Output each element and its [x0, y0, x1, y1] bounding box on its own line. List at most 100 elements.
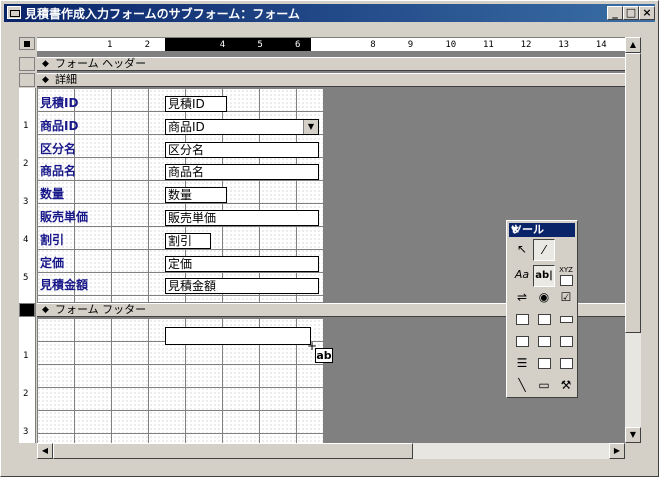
- field-label[interactable]: 見積ID: [40, 95, 78, 111]
- more-controls-tool[interactable]: ⚒: [555, 375, 577, 397]
- field-label[interactable]: 商品ID: [40, 118, 78, 134]
- section-footer-label: フォーム フッター: [55, 303, 147, 316]
- field-control[interactable]: 区分名: [165, 141, 319, 158]
- horizontal-scroll-thumb[interactable]: [53, 443, 413, 459]
- detail-selector[interactable]: [19, 73, 35, 87]
- field-label[interactable]: 区分名: [40, 141, 76, 157]
- select-objects-tool[interactable]: ↖: [511, 239, 533, 261]
- ruler-tick-label: 13: [558, 40, 570, 50]
- ruler-tick-label: 14: [595, 40, 607, 50]
- field-label[interactable]: 見積金額: [40, 277, 88, 293]
- line-icon: ╲: [518, 378, 526, 392]
- textbox-tool[interactable]: ab|: [533, 265, 555, 287]
- ruler-tick-label: 2: [144, 40, 151, 50]
- option-group-tool[interactable]: XYZ: [555, 265, 577, 287]
- page-break-tool[interactable]: ☰: [511, 353, 533, 375]
- field-label[interactable]: 割引: [40, 232, 64, 248]
- vertical-ruler[interactable]: 1 2 3 4 5 1 2 3: [19, 88, 36, 443]
- combo-dropdown-icon[interactable]: ▼: [303, 119, 318, 134]
- field-label[interactable]: 商品名: [40, 163, 76, 179]
- toolbox-palette[interactable]: ツール ▼ × ↖ ⁄ Aa ab| XYZ ⇌ ◉ ☑ ☰ ╲ ▭ ⚒: [506, 220, 578, 398]
- ruler-tick-label: 1: [23, 121, 29, 131]
- scroll-left-button[interactable]: ◀: [37, 443, 53, 459]
- window-title: 見積書作成入力フォームのサブフォーム：フォーム: [25, 7, 300, 21]
- field-label[interactable]: 定価: [40, 255, 64, 271]
- ruler-tick-label: 11: [483, 40, 494, 50]
- toolbox-title-bar[interactable]: ツール ▼ ×: [509, 223, 575, 237]
- field-control-text: 区分名: [168, 142, 205, 157]
- form-icon[interactable]: [7, 6, 21, 19]
- section-header-label: フォーム ヘッダー: [55, 57, 147, 70]
- maximize-button[interactable]: □: [623, 6, 639, 20]
- object-frame-icon: [537, 336, 551, 347]
- scroll-corner: [625, 443, 641, 459]
- ruler-tick-label: 3: [182, 40, 188, 50]
- ruler-tick-label: 1: [107, 40, 113, 50]
- tab-control-tool[interactable]: [533, 353, 555, 375]
- ruler-tick-label: 10: [445, 40, 457, 50]
- bound-object-frame-tool[interactable]: [555, 331, 577, 353]
- field-control-text: 数量: [168, 188, 193, 203]
- checkbox-tool[interactable]: ☑: [555, 287, 577, 309]
- field-control-text: 商品ID: [168, 119, 205, 134]
- toolbox-close-icon[interactable]: ×: [511, 223, 520, 237]
- label-tool[interactable]: Aa: [511, 265, 533, 287]
- field-control[interactable]: 商品名: [165, 164, 319, 181]
- field-control[interactable]: 見積金額: [165, 278, 319, 295]
- toggle-button-tool[interactable]: ⇌: [511, 287, 533, 309]
- field-control[interactable]: 販売単価: [165, 210, 319, 226]
- scroll-down-button[interactable]: ▼: [625, 427, 641, 443]
- ruler-tick-label: 5: [257, 40, 263, 50]
- ruler-tick-label: 9: [407, 40, 414, 50]
- radio-icon: ◉: [538, 290, 550, 304]
- list-box-tool[interactable]: [533, 309, 555, 331]
- ruler-tick-label: 4: [23, 235, 29, 245]
- close-button[interactable]: ×: [639, 6, 655, 20]
- option-group-icon: [559, 275, 573, 286]
- scroll-right-button[interactable]: ▶: [609, 443, 625, 459]
- horizontal-scrollbar[interactable]: ◀ ▶: [37, 443, 625, 459]
- field-control[interactable]: 見積ID: [165, 96, 227, 112]
- field-control[interactable]: 割引: [165, 232, 211, 249]
- field-label[interactable]: 販売単価: [40, 209, 88, 225]
- horizontal-ruler[interactable]: 123456789101112131415: [37, 37, 625, 52]
- field-control-text: 商品名: [168, 165, 205, 180]
- vertical-scrollbar[interactable]: ▲ ▼: [625, 37, 641, 443]
- option-group-label: XYZ: [559, 266, 573, 274]
- field-label[interactable]: 数量: [40, 186, 64, 202]
- scroll-up-button[interactable]: ▲: [625, 37, 641, 53]
- field-control[interactable]: 定価: [165, 255, 319, 272]
- image-tool[interactable]: [511, 331, 533, 353]
- form-selector[interactable]: [19, 37, 35, 50]
- section-header-bar[interactable]: ◆ フォーム ヘッダー: [37, 57, 625, 71]
- control-wizard-tool[interactable]: ⁄: [533, 239, 555, 261]
- rectangle-icon: ▭: [538, 378, 550, 392]
- textbox-cursor: ab: [315, 348, 333, 363]
- new-textbox-outline[interactable]: [165, 327, 311, 345]
- title-bar[interactable]: 見積書作成入力フォームのサブフォーム：フォーム _ □ ×: [4, 4, 655, 22]
- vertical-scroll-thumb[interactable]: [625, 53, 641, 333]
- minimize-button[interactable]: _: [607, 6, 623, 20]
- option-button-tool[interactable]: ◉: [533, 287, 555, 309]
- field-control[interactable]: 商品ID ▼: [165, 118, 319, 135]
- footer-selector[interactable]: [19, 303, 35, 317]
- section-arrow-icon: ◆: [42, 305, 49, 315]
- tab-icon: [537, 358, 551, 369]
- field-control-text: 定価: [168, 256, 193, 271]
- command-button-tool[interactable]: [555, 309, 577, 331]
- subform-tool[interactable]: [555, 353, 577, 375]
- unbound-object-frame-tool[interactable]: [533, 331, 555, 353]
- page-break-icon: ☰: [516, 356, 528, 370]
- field-control-text: 割引: [168, 233, 193, 248]
- rectangle-tool[interactable]: ▭: [533, 375, 555, 397]
- field-control[interactable]: 数量: [165, 187, 227, 204]
- line-tool[interactable]: ╲: [511, 375, 533, 397]
- ruler-tick-label: 12: [520, 40, 532, 50]
- wand-icon: ⁄: [542, 243, 545, 257]
- button-icon: [559, 316, 573, 323]
- hammer-icon: ⚒: [560, 378, 572, 392]
- ruler-tick-label: 7: [332, 40, 339, 50]
- section-detail-bar[interactable]: ◆ 詳細: [37, 73, 625, 87]
- header-selector[interactable]: [19, 57, 35, 71]
- combo-box-tool[interactable]: [511, 309, 533, 331]
